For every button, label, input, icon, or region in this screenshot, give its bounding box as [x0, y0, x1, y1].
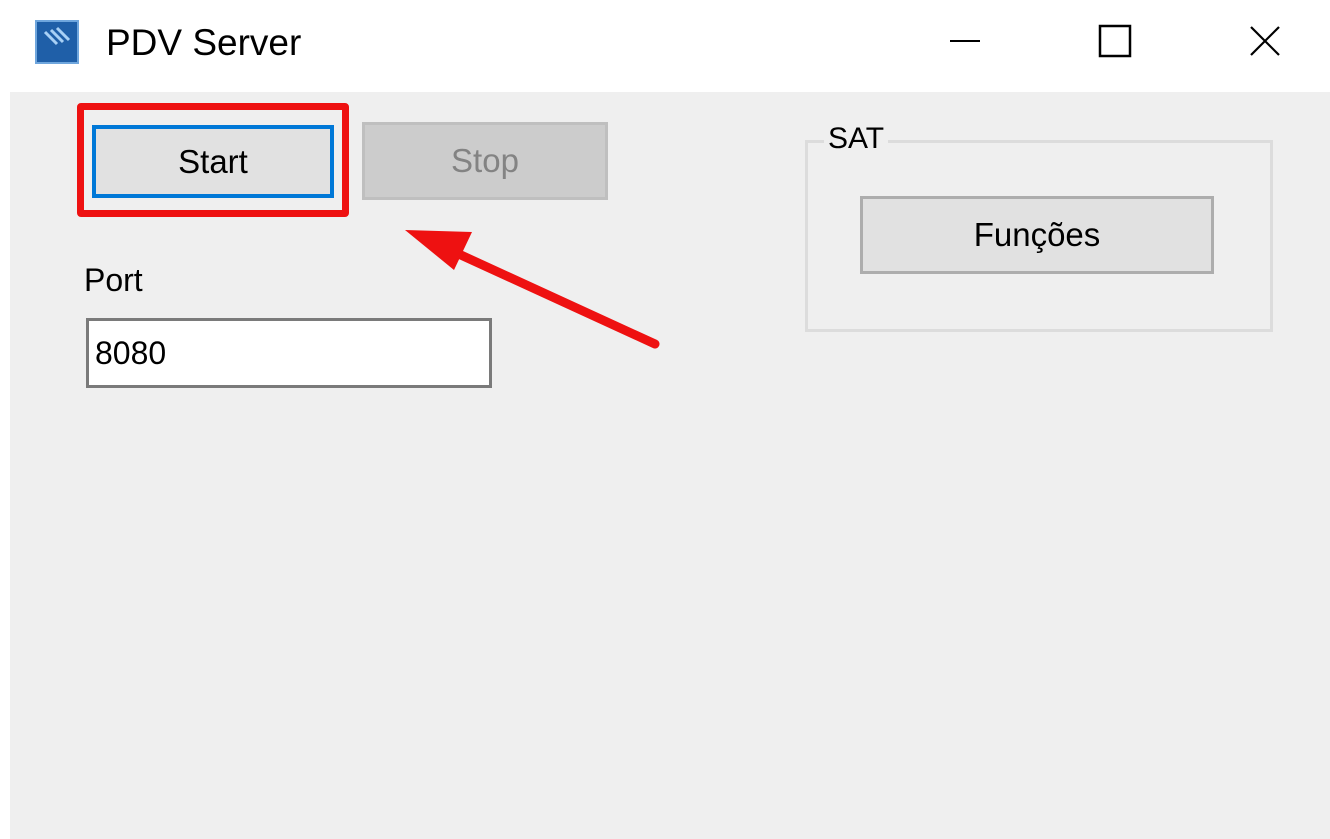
app-logo-icon — [35, 20, 79, 64]
minimize-button[interactable] — [910, 0, 1020, 86]
close-button[interactable] — [1210, 0, 1320, 86]
port-label: Port — [84, 262, 143, 298]
client-area: Start Stop Port SAT Funções — [10, 92, 1330, 839]
funcoes-button[interactable]: Funções — [860, 196, 1214, 274]
stop-button[interactable]: Stop — [362, 122, 608, 200]
start-button[interactable]: Start — [92, 125, 334, 198]
title-bar[interactable]: PDV Server — [0, 0, 1330, 92]
close-icon — [1248, 24, 1282, 63]
port-input[interactable] — [86, 318, 492, 388]
app-window: PDV Server Start Stop Port 8080 SAT Funç… — [0, 0, 1330, 839]
sat-groupbox-title: SAT — [824, 122, 889, 156]
minimize-icon — [948, 24, 982, 63]
window-title: PDV Server — [106, 22, 302, 63]
maximize-icon — [1098, 24, 1132, 63]
maximize-button[interactable] — [1060, 0, 1170, 86]
